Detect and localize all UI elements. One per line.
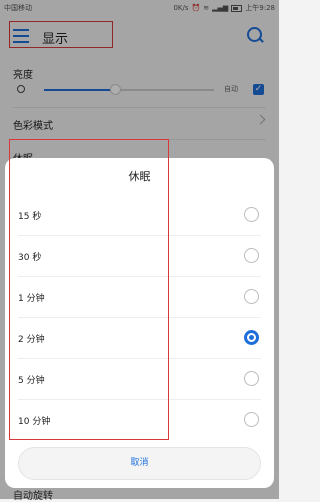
- radio-unselected-icon[interactable]: [244, 248, 259, 263]
- auto-rotate-item[interactable]: 自动旋转: [13, 487, 53, 502]
- radio-selected-icon[interactable]: [244, 330, 259, 345]
- cancel-button[interactable]: 取消: [18, 447, 261, 480]
- radio-unselected-icon[interactable]: [244, 207, 259, 222]
- radio-unselected-icon[interactable]: [244, 371, 259, 386]
- annotation-box-options: [9, 139, 169, 440]
- radio-unselected-icon[interactable]: [244, 289, 259, 304]
- radio-unselected-icon[interactable]: [244, 412, 259, 427]
